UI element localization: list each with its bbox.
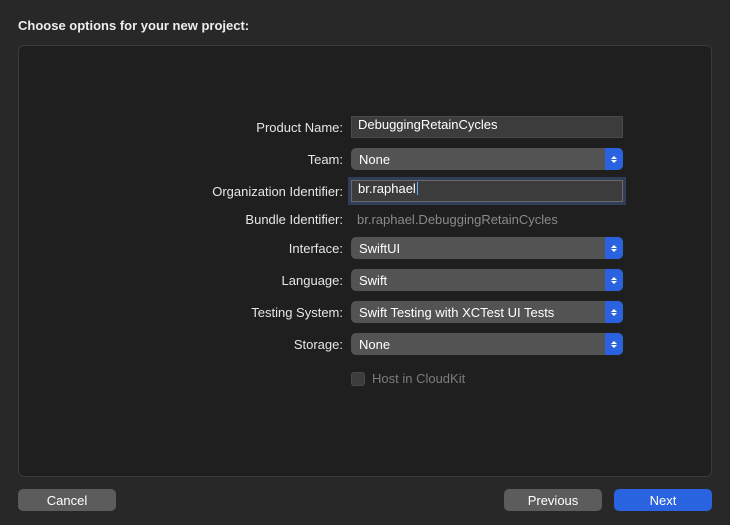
project-options-sheet: Choose options for your new project: Pro… — [0, 0, 730, 525]
next-button[interactable]: Next — [614, 489, 712, 511]
cloudkit-checkbox[interactable] — [351, 372, 365, 386]
testing-system-label: Testing System: — [59, 305, 345, 320]
org-identifier-input[interactable]: br.raphael — [351, 180, 623, 202]
storage-value: None — [359, 337, 390, 352]
team-label: Team: — [59, 152, 345, 167]
form-panel: Product Name: DebuggingRetainCycles Team… — [18, 45, 712, 477]
cancel-button[interactable]: Cancel — [18, 489, 116, 511]
text-caret — [417, 182, 418, 195]
footer-right: Previous Next — [504, 489, 712, 511]
interface-value: SwiftUI — [359, 241, 400, 256]
sheet-title: Choose options for your new project: — [18, 18, 712, 33]
cloudkit-label: Host in CloudKit — [372, 371, 465, 386]
bundle-identifier-label: Bundle Identifier: — [59, 212, 345, 227]
up-down-icon — [605, 148, 623, 170]
storage-label: Storage: — [59, 337, 345, 352]
language-label: Language: — [59, 273, 345, 288]
footer-left: Cancel — [18, 489, 116, 511]
interface-select[interactable]: SwiftUI — [351, 237, 623, 259]
team-select[interactable]: None — [351, 148, 623, 170]
org-identifier-value: br.raphael — [358, 181, 416, 196]
options-form: Product Name: DebuggingRetainCycles Team… — [59, 116, 671, 386]
interface-label: Interface: — [59, 241, 345, 256]
org-identifier-label: Organization Identifier: — [59, 184, 345, 199]
product-name-value: DebuggingRetainCycles — [358, 117, 497, 132]
cloudkit-row: Host in CloudKit — [351, 371, 623, 386]
testing-system-value: Swift Testing with XCTest UI Tests — [359, 305, 554, 320]
testing-system-select[interactable]: Swift Testing with XCTest UI Tests — [351, 301, 623, 323]
product-name-label: Product Name: — [59, 120, 345, 135]
language-value: Swift — [359, 273, 387, 288]
language-select[interactable]: Swift — [351, 269, 623, 291]
storage-select[interactable]: None — [351, 333, 623, 355]
up-down-icon — [605, 333, 623, 355]
product-name-input[interactable]: DebuggingRetainCycles — [351, 116, 623, 138]
up-down-icon — [605, 269, 623, 291]
up-down-icon — [605, 237, 623, 259]
team-value: None — [359, 152, 390, 167]
bundle-identifier-value: br.raphael.DebuggingRetainCycles — [351, 212, 623, 227]
previous-button[interactable]: Previous — [504, 489, 602, 511]
footer: Cancel Previous Next — [18, 489, 712, 511]
up-down-icon — [605, 301, 623, 323]
